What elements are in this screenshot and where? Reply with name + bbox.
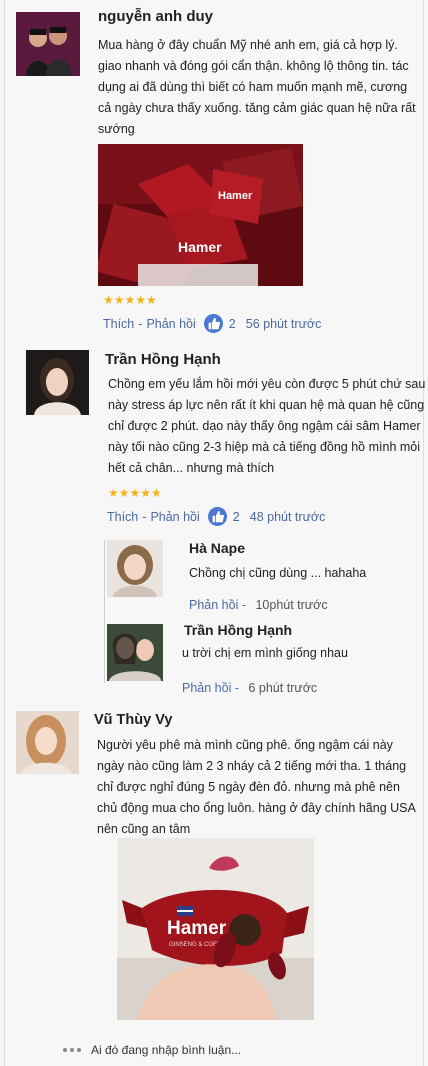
rating-stars: ★★★★★ [103, 293, 157, 307]
action-separator: - [231, 681, 243, 695]
comment-text: Mua hàng ở đây chuẩn Mỹ nhé anh em, giá … [98, 38, 416, 136]
candy-brand-text: Hamer [167, 918, 227, 939]
typing-dots-icon [63, 1048, 81, 1052]
comment-photo[interactable]: Hamer GINSENG & COFFEE [117, 838, 314, 1020]
candy-brand-text: Hamer [178, 239, 222, 255]
thumbs-up-icon[interactable] [203, 314, 223, 333]
svg-text:Hamer: Hamer [218, 190, 253, 202]
typing-text: Ai đó đang nhập bình luận... [91, 1043, 242, 1057]
reply-text: Chồng chị cũng dùng ... hahaha [189, 566, 367, 580]
like-link[interactable]: Thích [107, 510, 138, 524]
rating-stars: ★★★★★ [108, 486, 162, 500]
reply-actions: Phản hồi - 6 phút trước [182, 681, 317, 695]
comment-text: Người yêu phê mà mình cũng phê. ống ngậm… [97, 738, 416, 836]
comment-actions: Thích - Phản hồi 2 56 phút trước [103, 314, 321, 333]
comment-actions: Thích - Phản hồi 2 48 phút trước [107, 507, 325, 526]
like-count: 2 [228, 316, 236, 331]
action-separator: - [138, 316, 143, 331]
reply-text: u trời chị em mình giống nhau [182, 646, 348, 660]
reply-author-name[interactable]: Trần Hồng Hạnh [184, 622, 292, 638]
avatar[interactable] [26, 350, 89, 415]
reply-link[interactable]: Phản hồi [146, 317, 195, 331]
avatar[interactable] [16, 12, 80, 76]
commenter-name[interactable]: nguyễn anh duy [98, 8, 213, 25]
like-count: 2 [232, 509, 240, 524]
action-separator: - [238, 598, 250, 612]
comment-feed: nguyễn anh duy Mua hàng ở đây chuẩn Mỹ n… [4, 0, 426, 1066]
thumbs-up-icon[interactable] [207, 507, 227, 526]
reply-link[interactable]: Phản hồi [182, 681, 231, 695]
reply-thread-line [104, 540, 105, 683]
timestamp: 56 phút trước [245, 316, 322, 331]
commenter-name[interactable]: Vũ Thùy Vy [94, 712, 172, 728]
avatar[interactable] [107, 540, 163, 597]
avatar[interactable] [107, 624, 163, 681]
avatar[interactable] [16, 711, 79, 774]
comment-text: Chồng em yếu lắm hồi mới yêu còn được 5 … [108, 377, 426, 475]
reply-author-name[interactable]: Hà Nape [189, 540, 245, 556]
like-link[interactable]: Thích [103, 317, 134, 331]
timestamp: 6 phút trước [248, 681, 318, 695]
timestamp: 48 phút trước [249, 509, 326, 524]
timestamp: 10phút trước [255, 598, 328, 612]
reply-link[interactable]: Phản hồi [189, 598, 238, 612]
action-separator: - [142, 509, 147, 524]
comment-photo[interactable]: Hamer Hamer [98, 144, 303, 286]
reply-link[interactable]: Phản hồi [150, 510, 199, 524]
commenter-name[interactable]: Trần Hồng Hạnh [105, 351, 221, 368]
reply-actions: Phản hồi - 10phút trước [189, 598, 328, 612]
typing-indicator: Ai đó đang nhập bình luận... [63, 1043, 241, 1057]
